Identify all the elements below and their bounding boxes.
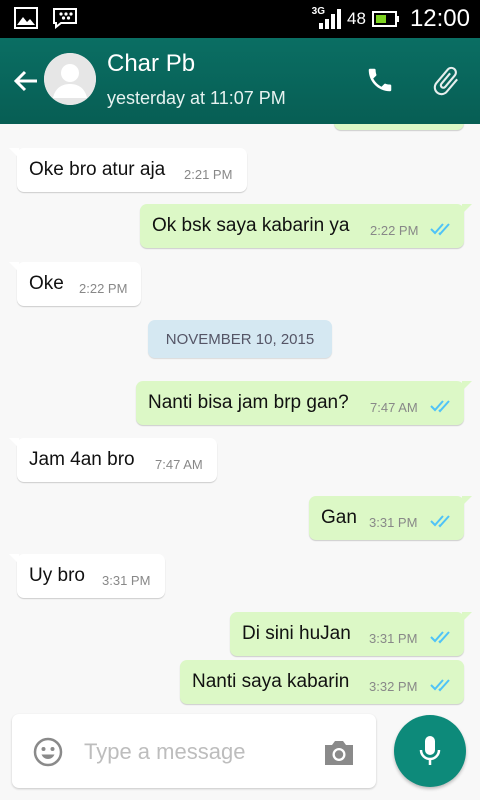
message-bubble-outgoing[interactable]: Nanti bisa jam brp gan? 7:47 AM <box>136 381 472 425</box>
message-bubble-outgoing[interactable]: Ok bsk saya kabarin ya 2:22 PM <box>140 204 472 248</box>
message-list[interactable]: Oke bro atur aja 2:21 PM Ok bsk saya kab… <box>0 124 480 800</box>
message-bubble-outgoing[interactable]: Di sini huJan 3:31 PM <box>230 612 472 656</box>
bubble-tail <box>462 381 472 391</box>
camera-icon[interactable] <box>322 738 356 768</box>
message-text: Oke <box>29 273 64 294</box>
message-text: Di sini huJan <box>242 623 351 644</box>
message-time: 2:22 PM <box>370 223 419 238</box>
message-text: Nanti bisa jam brp gan? <box>148 392 349 413</box>
phone-icon <box>368 68 392 92</box>
bbm-notification-icon <box>53 8 77 29</box>
battery-icon <box>371 11 399 27</box>
message-composer <box>12 714 376 788</box>
bubble-tail <box>462 496 472 506</box>
read-ticks-icon <box>430 515 450 528</box>
status-time: 12:00 <box>409 5 470 32</box>
bubble-tail <box>462 204 472 214</box>
message-text: Nanti saya kabarin <box>192 671 350 692</box>
message-text: Ok bsk saya kabarin ya <box>152 215 350 236</box>
message-time: 3:31 PM <box>102 573 151 588</box>
avatar[interactable] <box>44 53 96 105</box>
message-text: Gan <box>321 507 357 528</box>
message-text: Oke bro atur aja <box>29 159 166 180</box>
message-time: 2:22 PM <box>79 281 128 296</box>
battery-level: 48 <box>347 9 366 28</box>
back-arrow-icon <box>13 70 37 92</box>
bubble-tail <box>9 554 19 564</box>
message-time: 7:47 AM <box>370 400 418 415</box>
status-bar: 3G 48 12:00 <box>0 0 480 38</box>
paperclip-icon <box>433 66 458 96</box>
message-bubble-incoming[interactable]: Uy bro 3:31 PM <box>9 554 165 598</box>
message-time: 3:31 PM <box>369 515 418 530</box>
notification-icons <box>14 7 78 29</box>
message-input[interactable] <box>84 734 314 770</box>
attach-button[interactable] <box>426 62 466 100</box>
bubble-tail <box>462 612 472 622</box>
read-ticks-icon <box>430 400 450 413</box>
last-seen-status: yesterday at 11:07 PM <box>107 88 286 108</box>
message-bubble-incoming[interactable]: Jam 4an bro 7:47 AM <box>9 438 217 482</box>
message-bubble-outgoing[interactable]: Nanti saya kabarin 3:32 PM <box>180 660 464 704</box>
message-time: 3:32 PM <box>369 679 418 694</box>
read-ticks-icon <box>430 679 450 692</box>
contact-name[interactable]: Char Pb <box>107 50 195 78</box>
image-notification-icon <box>14 7 38 29</box>
chat-header: Char Pb yesterday at 11:07 PM <box>0 38 480 124</box>
date-divider: NOVEMBER 10, 2015 <box>148 320 332 358</box>
bubble-tail <box>9 262 19 272</box>
read-ticks-icon <box>430 631 450 644</box>
message-bubble-outgoing[interactable]: Gan 3:31 PM <box>309 496 472 540</box>
message-bubble-incoming[interactable]: Oke 2:22 PM <box>9 262 141 306</box>
message-bubble-incoming[interactable]: Oke bro atur aja 2:21 PM <box>9 148 247 192</box>
read-ticks-icon <box>430 223 450 236</box>
message-text: Jam 4an bro <box>29 449 135 470</box>
message-time: 3:31 PM <box>369 631 418 646</box>
message-text: Uy bro <box>29 565 85 586</box>
emoji-icon[interactable] <box>32 736 64 768</box>
avatar-placeholder-icon <box>44 53 96 105</box>
bubble-tail <box>9 148 19 158</box>
message-time: 7:47 AM <box>155 457 203 472</box>
mic-icon <box>419 736 441 765</box>
message-bubble-outgoing-partial[interactable] <box>334 124 464 130</box>
network-type: 3G <box>311 5 326 17</box>
bubble-tail <box>9 438 19 448</box>
message-time: 2:21 PM <box>184 167 233 182</box>
back-button[interactable] <box>8 63 44 99</box>
call-button[interactable] <box>362 62 398 98</box>
voice-record-button[interactable] <box>394 715 466 787</box>
